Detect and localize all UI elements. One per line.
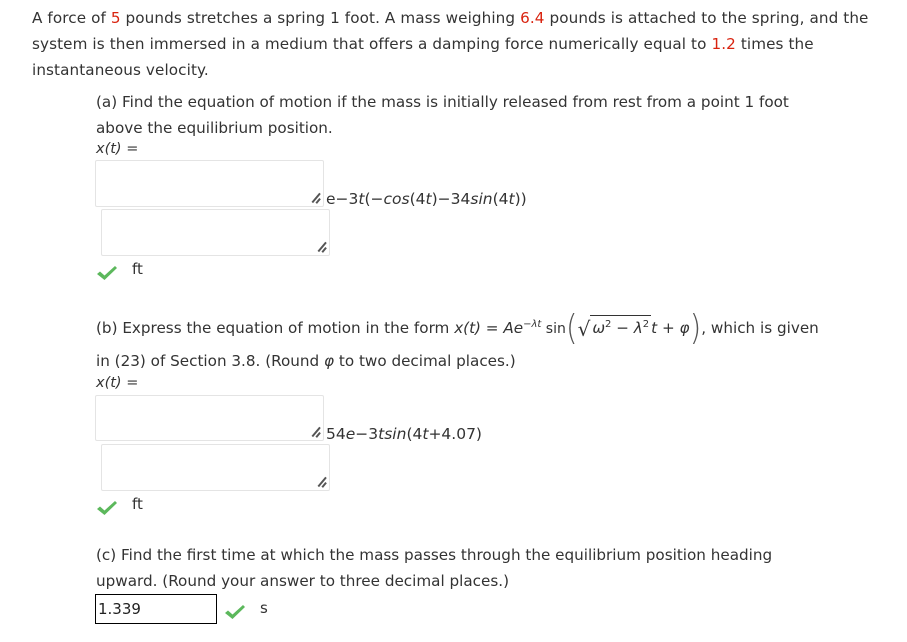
prompt-text: in (23) of Section 3.8. (Round: [96, 352, 325, 370]
resize-grip-icon[interactable]: [309, 192, 321, 204]
checkmark-icon: [97, 266, 117, 280]
math-text: +4.07): [428, 425, 482, 443]
part-b-prompt: (b) Express the equation of motion in th…: [96, 308, 906, 374]
part-b-xt-label: x(t) =: [96, 375, 138, 391]
math-text: −3: [355, 425, 379, 443]
math-text: )): [514, 190, 527, 208]
lambda: λ: [633, 319, 643, 338]
problem-statement: A force of 5 pounds stretches a spring 1…: [32, 5, 892, 83]
weight-value: 6.4: [520, 9, 545, 27]
intro-text: pounds stretches a spring 1 foot. A mass…: [120, 9, 521, 27]
formula-sin: sin: [541, 321, 566, 338]
part-a-prompt: (a) Find the equation of motion if the m…: [96, 89, 789, 141]
sqrt-icon: √: [577, 317, 591, 342]
part-b-unit: ft: [132, 495, 143, 513]
prompt-text: to two decimal places.): [334, 352, 516, 370]
math-text: (4: [492, 190, 509, 208]
part-a-xt-label: x(t) =: [96, 141, 138, 157]
checkmark-icon: [97, 501, 117, 515]
part-b-prompt-line1: (b) Express the equation of motion in th…: [96, 308, 906, 349]
formula-lhs: x(t): [454, 319, 481, 338]
intro-text: A force of: [32, 9, 111, 27]
formula-eq: =: [480, 319, 504, 338]
resize-grip-icon[interactable]: [315, 241, 327, 253]
xt-lhs: x(t): [96, 141, 122, 157]
sqrt-radicand: ω2 − λ2: [590, 315, 652, 338]
xt-lhs: x(t): [96, 375, 122, 391]
part-b-answer-input-1[interactable]: [95, 395, 324, 441]
math-text: )−34: [431, 190, 471, 208]
phi: φ: [324, 352, 335, 370]
part-c-prompt: (c) Find the first time at which the mas…: [96, 542, 772, 594]
math-var: tsin: [378, 425, 407, 443]
math-text: (4: [409, 190, 426, 208]
math-func: cos: [383, 190, 410, 208]
equals-sign: =: [121, 141, 139, 157]
prompt-text: (b) Express the equation of motion in th…: [96, 319, 455, 338]
part-c-prompt-line2: upward. (Round your answer to three deci…: [96, 572, 510, 590]
omega: ω: [592, 319, 606, 338]
exponent: 2: [642, 319, 650, 330]
prompt-text: , which is given: [701, 319, 819, 338]
damping-value: 1.2: [711, 35, 736, 53]
part-a-rendered-answer: e−3t(−cos(4t)−34sin(4t)): [326, 190, 527, 208]
phi: φ: [679, 319, 690, 338]
part-a-answer-input-1[interactable]: [95, 160, 324, 207]
left-paren: (: [565, 308, 578, 349]
formula-amplitude: Ae: [503, 319, 524, 338]
math-text: (4: [406, 425, 423, 443]
formula-exponent: −λt: [523, 319, 542, 330]
part-b-answer-input-2[interactable]: [101, 444, 330, 491]
part-c-unit: s: [260, 599, 268, 617]
part-a-prompt-line1: (a) Find the equation of motion if the m…: [96, 93, 789, 111]
math-text: e−3: [326, 190, 359, 208]
sqrt-expression: √ ω2 − λ2: [578, 315, 652, 342]
checkmark-icon: [225, 605, 245, 619]
equals-sign: =: [121, 375, 139, 391]
math-var: e: [345, 425, 356, 443]
part-b-rendered-answer: 54e−3tsin(4t+4.07): [326, 425, 482, 443]
math-text: 54: [326, 425, 346, 443]
math-text: (−: [364, 190, 384, 208]
plus: +: [657, 319, 680, 338]
force-value: 5: [110, 9, 121, 27]
minus: −: [611, 319, 634, 338]
part-a-unit: ft: [132, 260, 143, 278]
part-c-answer-input[interactable]: [95, 594, 217, 624]
right-paren: ): [689, 308, 702, 349]
part-c-prompt-line1: (c) Find the first time at which the mas…: [96, 546, 773, 564]
part-a-answer-input-2[interactable]: [101, 209, 330, 256]
resize-grip-icon[interactable]: [315, 476, 327, 488]
part-a-prompt-line2: above the equilibrium position.: [96, 119, 333, 137]
part-b-prompt-line2: in (23) of Section 3.8. (Round φ to two …: [96, 348, 906, 374]
math-func: sin: [470, 190, 493, 208]
resize-grip-icon[interactable]: [309, 426, 321, 438]
